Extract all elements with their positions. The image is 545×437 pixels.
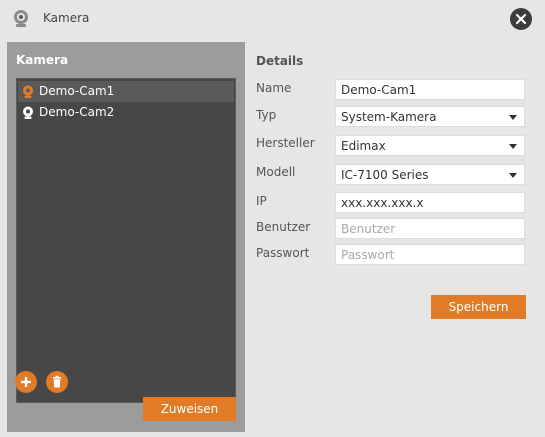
ip-field[interactable]: xxx.xxx.xxx.x — [335, 192, 525, 213]
add-camera-button[interactable] — [15, 371, 37, 393]
list-item-label: Demo-Cam2 — [39, 105, 115, 119]
modell-select[interactable]: IC-7100 Series — [335, 164, 525, 185]
typ-label: Typ — [256, 108, 277, 122]
save-button[interactable]: Speichern — [431, 295, 526, 319]
chevron-down-icon — [509, 173, 517, 178]
modell-label: Modell — [256, 165, 296, 179]
plus-icon — [21, 377, 31, 387]
title-bar: Kamera — [0, 0, 545, 38]
benutzer-field[interactable]: Benutzer — [335, 218, 525, 239]
hersteller-label: Hersteller — [256, 136, 315, 150]
passwort-field[interactable]: Passwort — [335, 244, 525, 265]
trash-icon — [53, 375, 61, 388]
ip-label: IP — [256, 194, 267, 208]
window-title: Kamera — [43, 11, 90, 25]
list-item-demo-cam2[interactable]: Demo-Cam2 — [18, 102, 234, 123]
passwort-placeholder: Passwort — [341, 248, 395, 262]
passwort-label: Passwort — [256, 246, 310, 260]
close-icon[interactable] — [510, 8, 532, 30]
assign-button[interactable]: Zuweisen — [143, 397, 236, 421]
hersteller-select[interactable]: Edimax — [335, 135, 525, 156]
camera-panel-title: Kamera — [16, 53, 69, 67]
typ-select[interactable]: System-Kamera — [335, 106, 525, 127]
webcam-icon — [22, 85, 34, 99]
webcam-icon — [22, 106, 34, 120]
name-field[interactable]: Demo-Cam1 — [335, 79, 525, 100]
benutzer-placeholder: Benutzer — [341, 222, 396, 236]
modell-value: IC-7100 Series — [341, 168, 429, 182]
chevron-down-icon — [509, 144, 517, 149]
delete-camera-button[interactable] — [46, 371, 68, 393]
typ-value: System-Kamera — [341, 110, 437, 124]
details-title: Details — [256, 54, 304, 68]
webcam-icon — [12, 9, 30, 29]
chevron-down-icon — [509, 115, 517, 120]
camera-list[interactable]: Demo-Cam1 Demo-Cam2 — [16, 78, 236, 403]
name-label: Name — [256, 81, 292, 95]
benutzer-label: Benutzer — [256, 220, 311, 234]
list-item-demo-cam1[interactable]: Demo-Cam1 — [18, 81, 234, 102]
camera-panel: Kamera Demo-Cam1 Demo-Cam2 Zuweisen — [7, 42, 245, 432]
list-item-label: Demo-Cam1 — [39, 84, 115, 98]
ip-value: xxx.xxx.xxx.x — [341, 196, 424, 210]
hersteller-value: Edimax — [341, 139, 386, 153]
name-value: Demo-Cam1 — [341, 83, 417, 97]
